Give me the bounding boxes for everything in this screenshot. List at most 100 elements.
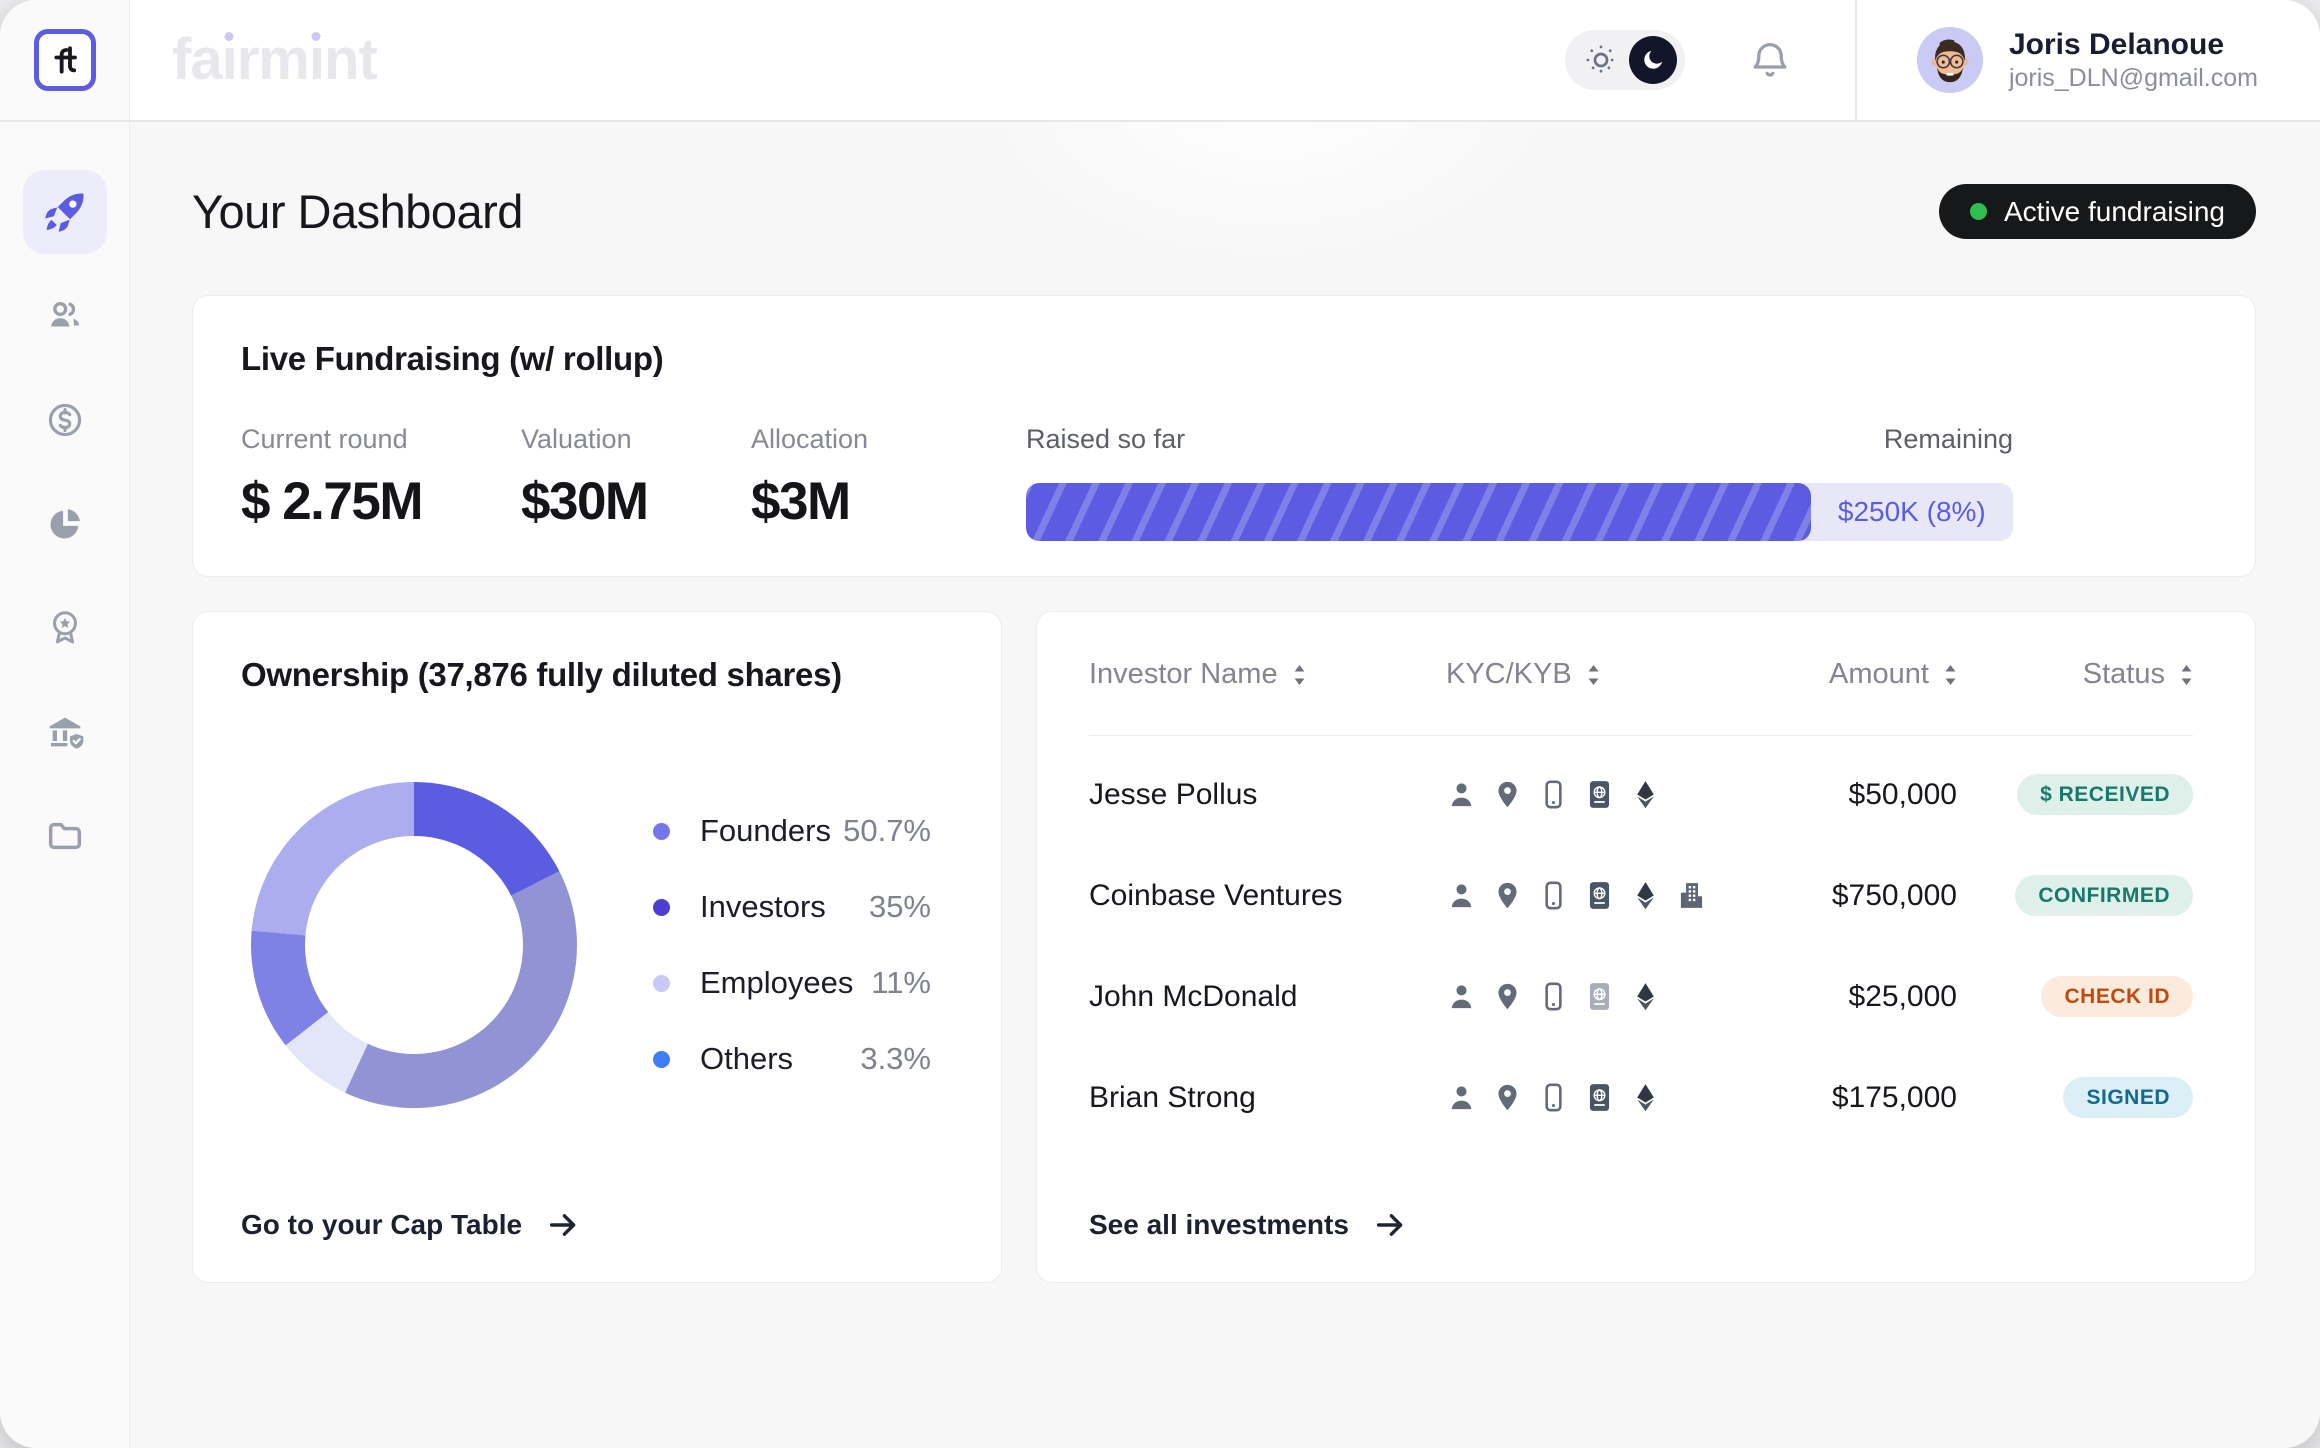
phone-icon [1538,1082,1569,1113]
investor-name: John McDonald [1089,980,1446,1014]
pin-icon [1492,880,1523,911]
legend-dot [653,823,670,840]
see-all-investments-link[interactable]: See all investments [1089,1208,1407,1242]
sort-icon[interactable] [1944,664,1957,686]
passport-icon [1584,1082,1615,1113]
logo-i-dot [312,32,321,41]
brand-wordmark: faırmınt [172,31,377,89]
status-badge-check_id: CHECK ID [2041,976,2193,1017]
logo-i-dot [225,32,234,41]
theme-toggle[interactable] [1565,30,1685,90]
sort-icon[interactable] [2180,664,2193,686]
folder-icon [45,816,85,856]
passport-muted-icon [1584,981,1615,1012]
user-name: Joris Delanoue [2009,26,2258,64]
progress-fill [1026,483,1811,541]
legend-label: Investors [700,889,826,925]
user-menu[interactable]: Joris Delanoue joris_DLN@gmail.com [1917,26,2258,95]
cap-table-link[interactable]: Go to your Cap Table [241,1208,580,1242]
active-fundraising-badge[interactable]: Active fundraising [1939,184,2256,239]
raised-progress: Raised so far Remaining $250K (8%) [1026,424,2013,541]
app-window: faırmınt [0,0,2320,1448]
investor-name: Jesse Pollus [1089,778,1446,812]
phone-icon [1538,981,1569,1012]
kyc-icons [1446,981,1707,1012]
stat-current-round: Current round $ 2.75M [241,424,521,541]
status-badge-label: Active fundraising [2004,196,2225,228]
legend-item-investors: Investors 35% [653,885,931,930]
stat-label: Current round [241,424,521,455]
sidebar-item-banking[interactable] [23,690,107,774]
legend-item-founders: Founders 50.7% [653,809,931,854]
logo-letter-i: ı [222,31,237,89]
legend-percent: 35% [869,889,931,925]
pin-icon [1492,779,1523,810]
raised-so-far-label: Raised so far [1026,424,1185,455]
kyc-icons [1446,1082,1707,1113]
sort-icon[interactable] [1293,664,1306,686]
kyc-icons [1446,880,1707,911]
column-header-amount[interactable]: Amount [1707,658,1957,691]
donut-legend: Founders 50.7% Investors 35% Employees 1… [653,809,931,1082]
legend-percent: 3.3% [860,1041,931,1077]
eth-icon [1630,880,1661,911]
stat-value: $3M [751,471,1026,532]
stat-allocation: Allocation $3M [751,424,1026,541]
column-header-kyc[interactable]: KYC/KYB [1446,658,1707,691]
sort-icon[interactable] [1587,664,1600,686]
investor-row[interactable]: Jesse Pollus $50,000 $ RECEIVED [1089,744,2193,845]
eth-icon [1630,1082,1661,1113]
bell-icon [1749,39,1791,81]
status-badge-signed: SIGNED [2063,1077,2193,1118]
sidebar-item-cap-table[interactable] [23,482,107,566]
phone-icon [1538,779,1569,810]
topbar-divider [1855,0,1857,120]
person-icon [1446,1082,1477,1113]
person-icon [1446,981,1477,1012]
person-icon [1446,779,1477,810]
column-header-name[interactable]: Investor Name [1089,658,1446,691]
passport-icon [1584,779,1615,810]
pie-chart-icon [46,505,84,543]
rocket-icon [42,189,88,235]
stat-valuation: Valuation $30M [521,424,751,541]
sidebar-item-investors[interactable] [23,274,107,358]
main-content: Your Dashboard Active fundraising Live F… [130,122,2320,1448]
eth-icon [1630,981,1661,1012]
sidebar-item-fundraising[interactable] [23,378,107,462]
top-bar: faırmınt [0,0,2320,122]
ownership-card: Ownership (37,876 fully diluted shares) … [192,611,1002,1283]
sidebar-item-rewards[interactable] [23,586,107,670]
legend-label: Founders [700,813,831,849]
moon-icon[interactable] [1629,36,1677,84]
legend-label: Employees [700,965,853,1001]
investor-row[interactable]: John McDonald $25,000 CHECK ID [1089,946,2193,1047]
table-divider [1089,735,2193,736]
investor-row[interactable]: Coinbase Ventures $750,000 CONFIRMED [1089,845,2193,946]
status-badge-confirmed: CONFIRMED [2015,875,2193,916]
arrow-right-icon [546,1208,580,1242]
investor-name: Coinbase Ventures [1089,879,1446,913]
sidebar-item-documents[interactable] [23,794,107,878]
status-badge-received: $ RECEIVED [2017,774,2193,815]
investment-amount: $25,000 [1707,980,1957,1014]
users-icon [46,297,84,335]
topbar-actions: Joris Delanoue joris_DLN@gmail.com [1565,0,2320,120]
legend-label: Others [700,1041,793,1077]
ownership-title: Ownership (37,876 fully diluted shares) [241,656,953,694]
legend-dot [653,899,670,916]
legend-percent: 11% [871,965,931,1001]
legend-item-others: Others 3.3% [653,1037,931,1082]
phone-icon [1538,880,1569,911]
legend-dot [653,1051,670,1068]
notifications-button[interactable] [1749,39,1791,81]
investor-name: Brian Strong [1089,1081,1446,1115]
column-header-status[interactable]: Status [1957,658,2193,691]
sidebar-nav [0,122,130,1448]
legend-dot [653,975,670,992]
sun-icon[interactable] [1583,42,1619,78]
investor-row[interactable]: Brian Strong $175,000 SIGNED [1089,1047,2193,1148]
cap-table-link-label: Go to your Cap Table [241,1209,522,1241]
sidebar-item-dashboard[interactable] [23,170,107,254]
logo-cell[interactable] [0,0,130,120]
